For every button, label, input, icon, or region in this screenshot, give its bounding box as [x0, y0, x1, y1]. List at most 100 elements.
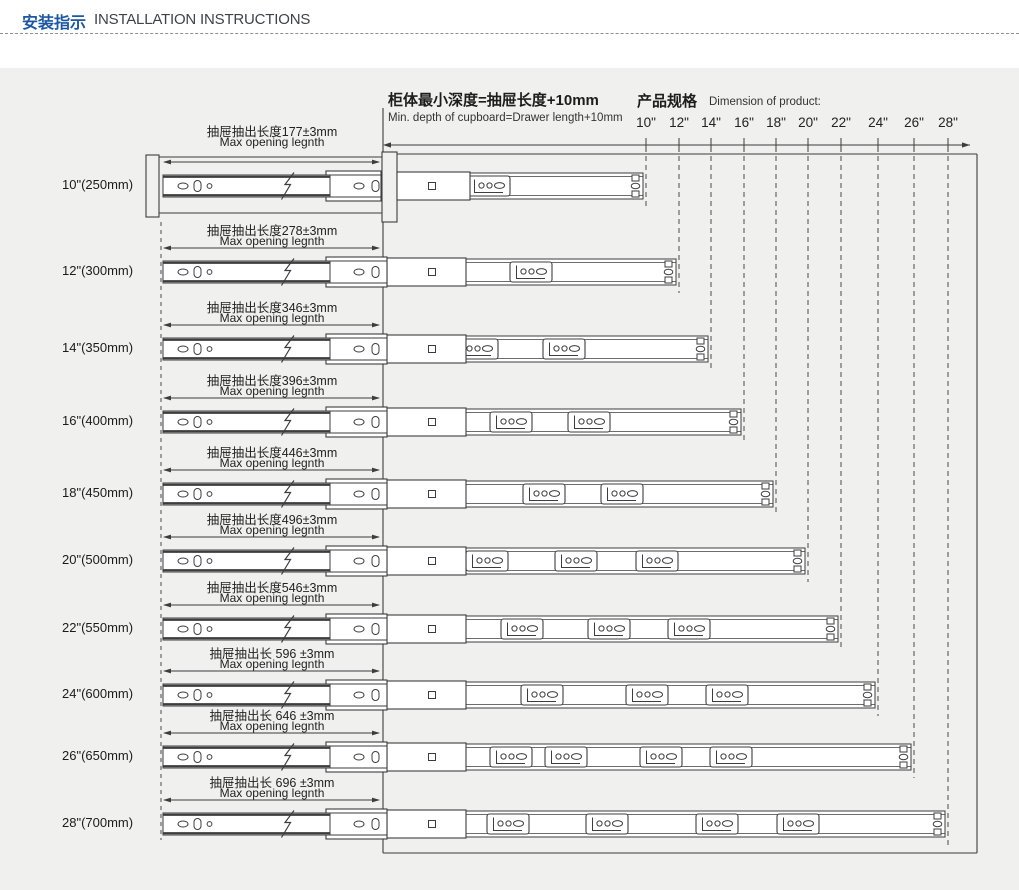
- max-opening-text-en: Max opening legnth: [160, 234, 384, 248]
- intermediate-rail: [326, 546, 387, 576]
- mounting-clip: [501, 619, 543, 639]
- max-opening-text-en: Max opening legnth: [160, 456, 384, 470]
- row-label-20in: 20"(500mm): [62, 552, 154, 567]
- mounting-clip: [588, 619, 630, 639]
- end-bracket: [826, 618, 835, 640]
- cabinet-rail: [387, 547, 805, 575]
- row-label-12in: 12"(300mm): [62, 263, 154, 278]
- drawer-rail: [163, 744, 330, 771]
- cupboard-front-panel: [382, 152, 397, 222]
- end-bracket: [933, 813, 942, 835]
- product-spec-title-en: Dimension of product:: [709, 96, 821, 108]
- max-opening-text-en: Max opening legnth: [160, 591, 384, 605]
- rail-mount-section: [387, 258, 466, 286]
- max-opening-text-en: Max opening legnth: [160, 786, 384, 800]
- rail-mount-section: [387, 810, 466, 838]
- row-label-14in: 14"(350mm): [62, 340, 154, 355]
- end-bracket: [863, 684, 872, 706]
- drawer-rail: [163, 616, 330, 643]
- mounting-clip: [668, 619, 710, 639]
- max-opening-text-en: Max opening legnth: [160, 384, 384, 398]
- intermediate-rail: [326, 614, 387, 644]
- mounting-clip: [510, 262, 552, 282]
- mounting-clip: [568, 412, 610, 432]
- cabinet-rail: [397, 172, 643, 200]
- rail-mount-section: [387, 681, 466, 709]
- mounting-clip: [523, 484, 565, 504]
- end-bracket: [793, 550, 802, 572]
- mounting-clip: [545, 747, 587, 767]
- mounting-clip: [487, 814, 529, 834]
- end-bracket: [664, 261, 673, 283]
- cabinet-rail: [387, 810, 945, 838]
- rail-mount-section: [387, 335, 466, 363]
- drawer-rail: [163, 548, 330, 575]
- slide-row-10in: [146, 138, 646, 222]
- end-bracket: [761, 483, 770, 505]
- slide-row-12in: [163, 138, 679, 293]
- cabinet-rail: [387, 681, 875, 709]
- rail-mount-section: [387, 615, 466, 643]
- end-bracket: [696, 338, 705, 360]
- dimension-scale: [383, 142, 970, 147]
- max-opening-text-en: Max opening legnth: [160, 523, 384, 537]
- row-label-18in: 18"(450mm): [62, 485, 154, 500]
- intermediate-rail: [326, 171, 381, 201]
- intermediate-rail: [326, 407, 387, 437]
- mounting-clip: [640, 747, 682, 767]
- mounting-clip: [706, 685, 748, 705]
- cabinet-rail: [387, 743, 911, 771]
- max-opening-text-en: Max opening legnth: [160, 719, 384, 733]
- product-spec-title-cn: 产品规格: [637, 90, 697, 111]
- rail-mount-section: [387, 480, 466, 508]
- min-depth-note-en: Min. depth of cupboard=Drawer length+10m…: [388, 112, 623, 124]
- cabinet-rail: [387, 408, 741, 436]
- mounting-clip: [468, 176, 510, 196]
- min-depth-note-cn: 柜体最小深度=抽屉长度+10mm: [388, 89, 599, 110]
- size-label-28in: 28": [928, 115, 968, 130]
- cabinet-rail: [387, 335, 708, 363]
- mounting-clip: [710, 747, 752, 767]
- rail-mount-section: [387, 743, 466, 771]
- drawer-rail: [163, 409, 330, 436]
- mounting-clip: [555, 551, 597, 571]
- intermediate-rail: [326, 334, 387, 364]
- intermediate-rail: [326, 257, 387, 287]
- drawer-rail: [163, 336, 330, 363]
- end-bracket: [729, 411, 738, 433]
- cabinet-rail: [387, 258, 676, 286]
- mounting-clip: [777, 814, 819, 834]
- end-bracket: [899, 746, 908, 768]
- rail-mount-section: [387, 547, 466, 575]
- mounting-clip: [601, 484, 643, 504]
- drawer-rail: [163, 481, 330, 508]
- intermediate-rail: [326, 479, 387, 509]
- row-label-10in: 10"(250mm): [62, 177, 154, 192]
- mounting-clip: [543, 339, 585, 359]
- page: { "header": { "title_cn": "安装指示", "title…: [0, 0, 1019, 890]
- max-opening-text-en: Max opening legnth: [160, 311, 384, 325]
- intermediate-rail: [326, 809, 387, 839]
- size-label-24in: 24": [858, 115, 898, 130]
- rail-mount-section: [387, 408, 466, 436]
- drawer-rail: [163, 173, 330, 200]
- row-label-24in: 24"(600mm): [62, 686, 154, 701]
- mounting-clip: [490, 412, 532, 432]
- mounting-clip: [466, 551, 508, 571]
- row-label-26in: 26"(650mm): [62, 748, 154, 763]
- intermediate-rail: [326, 742, 387, 772]
- drawer-rail: [163, 259, 330, 286]
- mounting-clip: [490, 747, 532, 767]
- mounting-clip: [521, 685, 563, 705]
- size-label-22in: 22": [821, 115, 861, 130]
- cabinet-rail: [387, 480, 773, 508]
- end-bracket: [631, 175, 640, 197]
- drawer-rail: [163, 811, 330, 838]
- row-label-28in: 28"(700mm): [62, 815, 154, 830]
- mounting-clip: [626, 685, 668, 705]
- mounting-clip: [696, 814, 738, 834]
- mounting-clip: [586, 814, 628, 834]
- row-label-22in: 22"(550mm): [62, 620, 154, 635]
- mounting-clip: [636, 551, 678, 571]
- max-opening-text-en: Max opening legnth: [160, 657, 384, 671]
